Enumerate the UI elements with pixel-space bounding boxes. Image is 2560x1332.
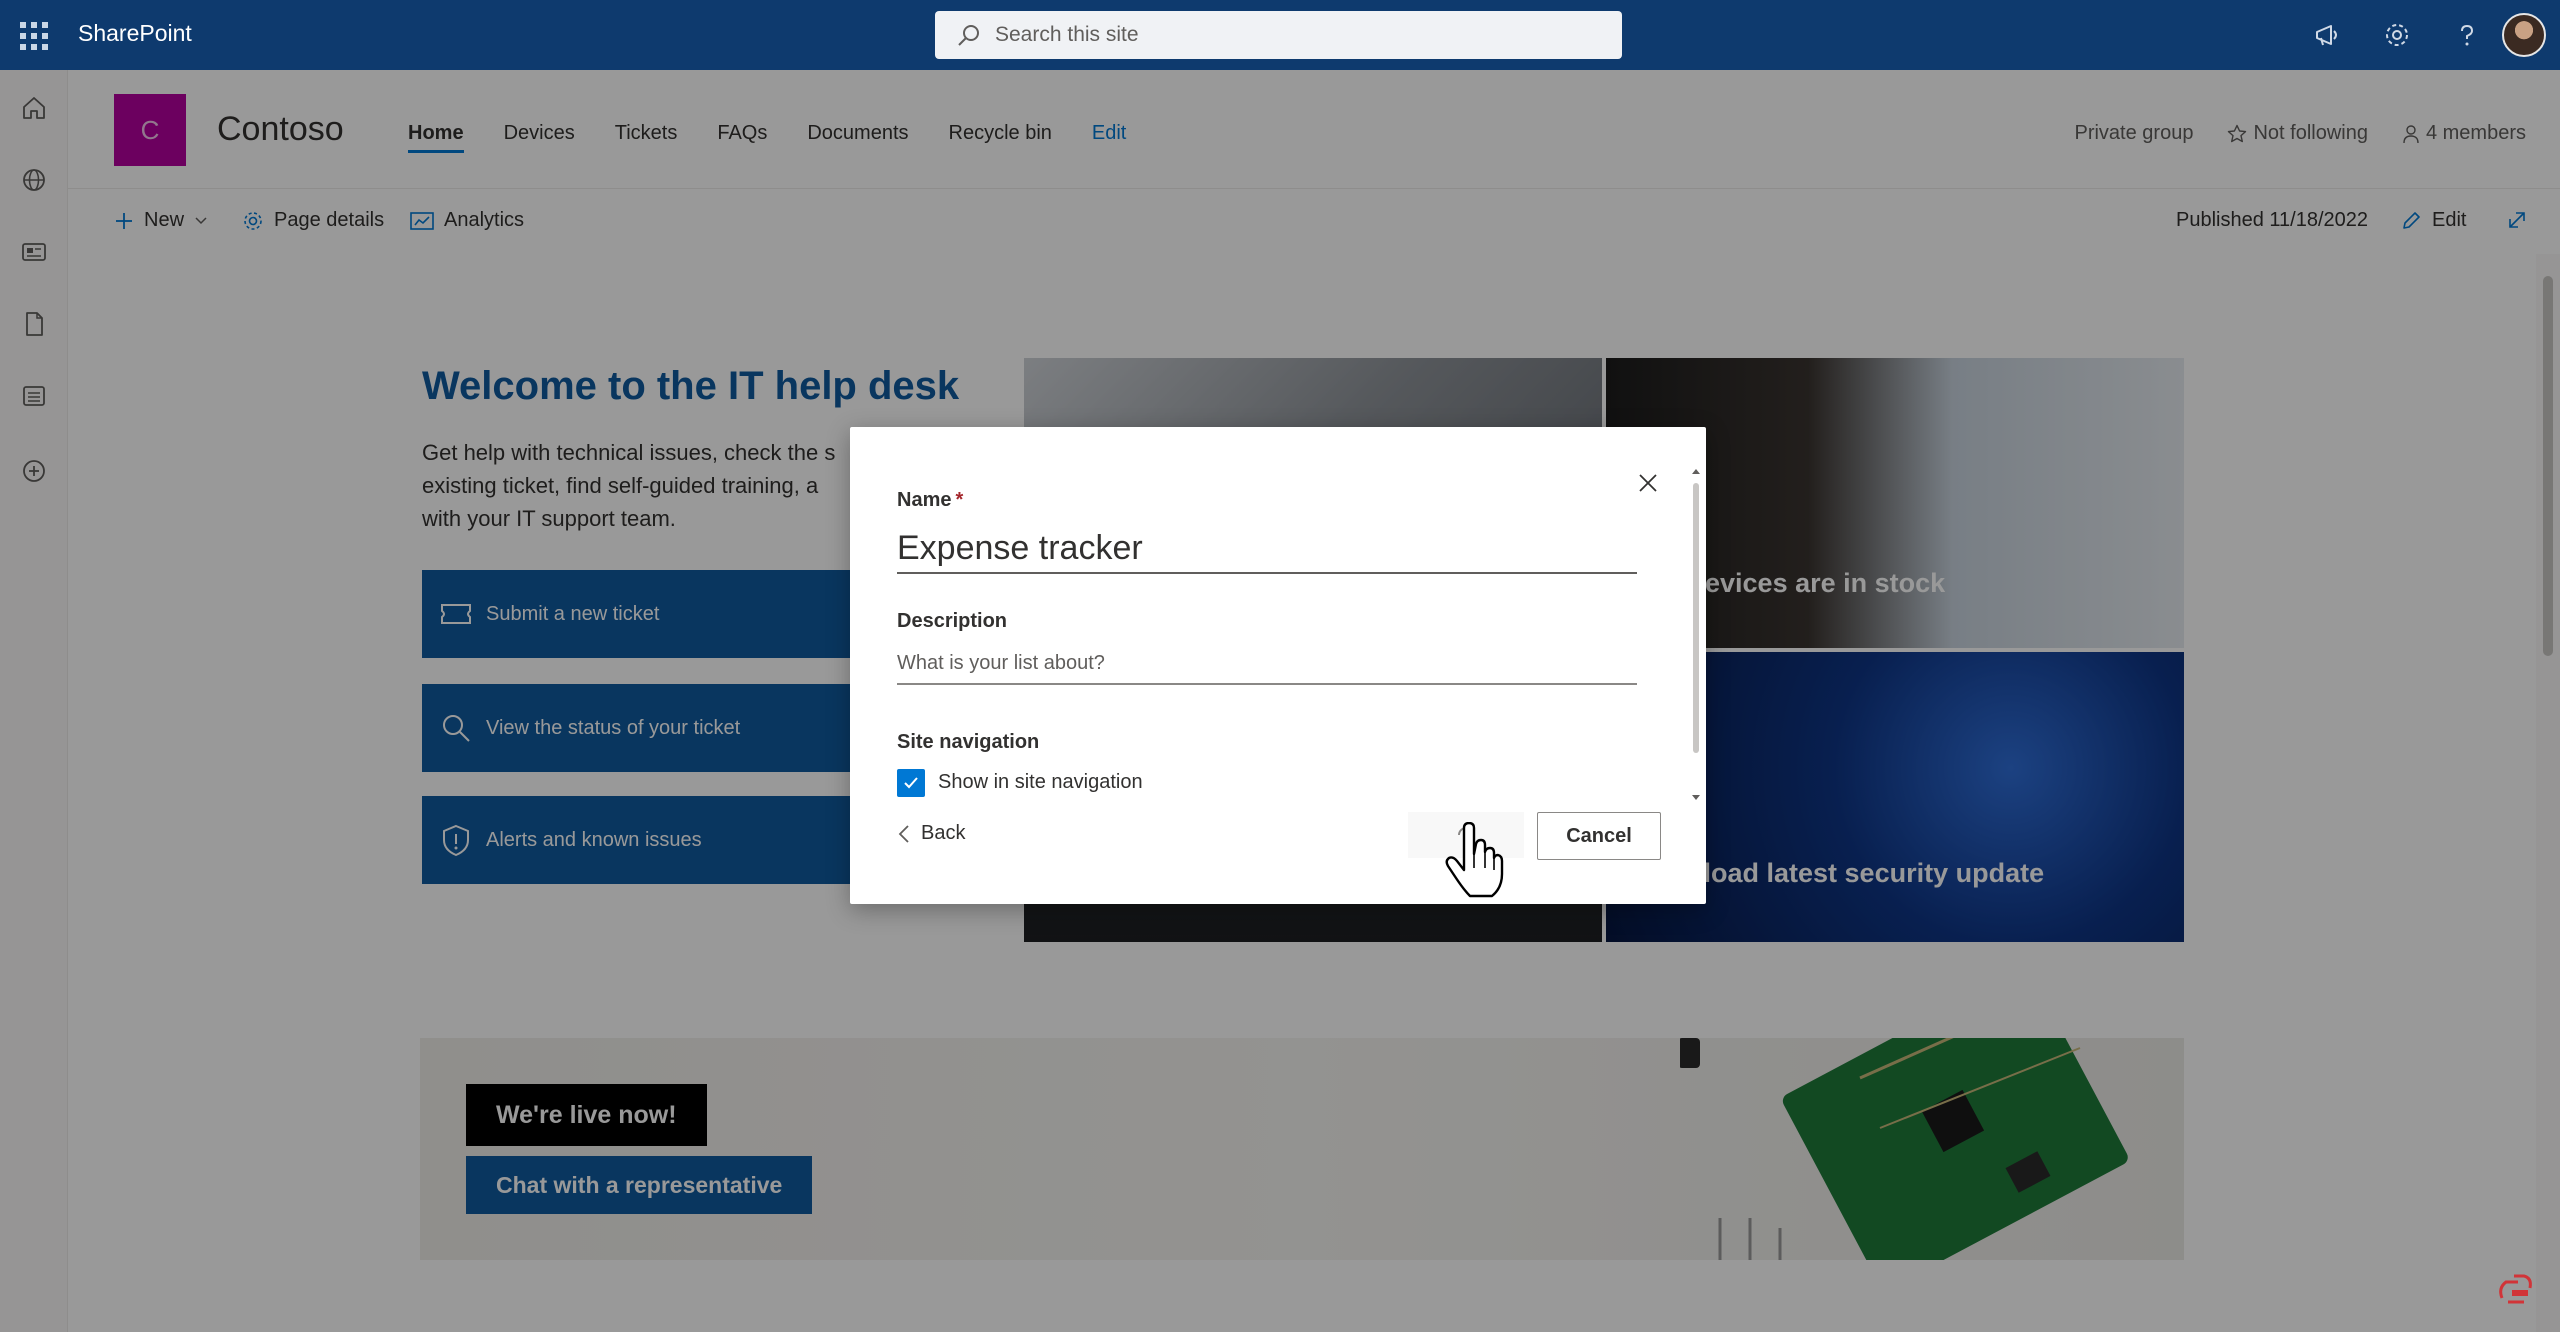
dialog-scrollbar[interactable] [1690, 465, 1702, 805]
megaphone-icon[interactable] [2292, 0, 2362, 70]
back-label: Back [921, 822, 966, 844]
description-input[interactable]: What is your list about? [897, 643, 1637, 685]
search-placeholder: Search this site [995, 23, 1139, 46]
checkmark-icon [904, 777, 918, 789]
avatar[interactable] [2502, 13, 2546, 57]
cancel-button[interactable]: Cancel [1537, 812, 1661, 860]
waffle-icon[interactable] [18, 20, 48, 50]
dialog-scrollbar-thumb[interactable] [1693, 483, 1699, 753]
site-navigation-label: Site navigation [897, 731, 1040, 753]
corner-logo-icon [2499, 1274, 2532, 1304]
suite-bar: SharePoint Search this site [0, 0, 2560, 70]
close-icon[interactable] [1634, 469, 1662, 497]
back-button[interactable]: Back [897, 822, 965, 845]
name-input[interactable]: Expense tracker [897, 524, 1637, 574]
show-in-nav-checkbox[interactable] [897, 769, 925, 797]
show-in-nav-label[interactable]: Show in site navigation [938, 771, 1143, 794]
description-label: Description [897, 610, 1008, 632]
name-label: Name * [897, 489, 963, 512]
name-label-text: Name [897, 489, 952, 511]
gear-icon[interactable] [2362, 0, 2432, 70]
help-icon[interactable] [2432, 0, 2502, 70]
scroll-up-icon[interactable] [1692, 469, 1700, 474]
chevron-left-icon [898, 824, 909, 843]
search-input[interactable]: Search this site [935, 11, 1622, 59]
app-name[interactable]: SharePoint [78, 20, 192, 47]
search-icon [958, 25, 979, 46]
create-list-dialog: Name * Expense tracker Description What i… [850, 427, 1706, 904]
required-marker: * [955, 489, 964, 511]
scroll-down-icon[interactable] [1692, 795, 1700, 800]
hand-cursor-icon [1445, 822, 1504, 898]
